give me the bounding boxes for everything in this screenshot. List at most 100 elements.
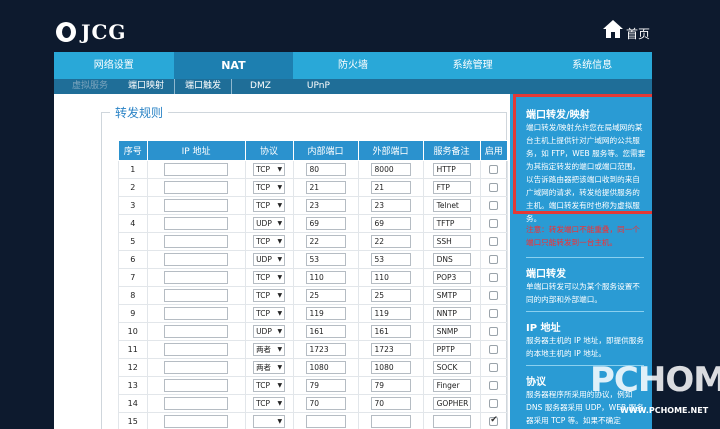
service-input[interactable]: Finger: [432, 379, 471, 392]
protocol-select[interactable]: TCP ▼: [253, 199, 286, 212]
internal-port-input[interactable]: 161: [305, 325, 346, 338]
internal-port-input[interactable]: 79: [305, 379, 346, 392]
external-port-input[interactable]: 1080: [370, 361, 411, 374]
subtab-port-trigger[interactable]: 端口触发: [174, 79, 233, 94]
enable-checkbox[interactable]: [489, 201, 499, 210]
protocol-select[interactable]: TCP ▼: [253, 235, 286, 248]
ip-input[interactable]: [164, 289, 229, 302]
ip-input[interactable]: [164, 325, 229, 338]
service-input[interactable]: TFTP: [432, 217, 471, 230]
ip-input[interactable]: [164, 217, 229, 230]
external-port-input[interactable]: 23: [370, 199, 411, 212]
service-input[interactable]: HTTP: [432, 163, 471, 176]
protocol-select[interactable]: TCP ▼: [253, 289, 286, 302]
service-input[interactable]: GOPHER: [432, 397, 471, 410]
enable-checkbox[interactable]: [489, 345, 499, 354]
protocol-select[interactable]: TCP ▼: [253, 163, 286, 176]
service-input[interactable]: PPTP: [432, 343, 471, 356]
service-input[interactable]: SOCK: [432, 361, 471, 374]
external-port-input[interactable]: 161: [370, 325, 411, 338]
subtab-port-mapping[interactable]: 端口映射: [118, 79, 174, 94]
internal-port-input[interactable]: [305, 415, 346, 428]
protocol-select[interactable]: ▼: [253, 415, 286, 428]
ip-input[interactable]: [164, 253, 229, 266]
external-port-input[interactable]: 25: [370, 289, 411, 302]
tab-system-management[interactable]: 系统管理: [413, 52, 533, 79]
service-input[interactable]: NNTP: [432, 307, 471, 320]
external-port-input[interactable]: 119: [370, 307, 411, 320]
enable-checkbox[interactable]: [489, 165, 499, 174]
tab-network-settings[interactable]: 网络设置: [54, 52, 174, 79]
protocol-select[interactable]: UDP ▼: [253, 325, 286, 338]
internal-port-input[interactable]: 110: [305, 271, 346, 284]
subtab-upnp[interactable]: UPnP: [289, 79, 348, 94]
ip-input[interactable]: [164, 361, 229, 374]
enable-checkbox[interactable]: [489, 291, 499, 300]
internal-port-input[interactable]: 70: [305, 397, 346, 410]
enable-checkbox[interactable]: [489, 327, 499, 336]
internal-port-input[interactable]: 1723: [305, 343, 346, 356]
subtab-virtual-server[interactable]: 虚拟服务: [62, 79, 118, 94]
subtab-dmz[interactable]: DMZ: [232, 79, 289, 94]
ip-input[interactable]: [164, 397, 229, 410]
service-input[interactable]: DNS: [432, 253, 471, 266]
enable-checkbox[interactable]: [489, 237, 499, 246]
service-input[interactable]: FTP: [432, 181, 471, 194]
protocol-select[interactable]: TCP ▼: [253, 379, 286, 392]
enable-checkbox[interactable]: [489, 219, 499, 228]
external-port-input[interactable]: 70: [370, 397, 411, 410]
internal-port-input[interactable]: 119: [305, 307, 346, 320]
external-port-input[interactable]: 79: [370, 379, 411, 392]
brand-logo[interactable]: JCG: [56, 20, 126, 44]
external-port-input[interactable]: 21: [370, 181, 411, 194]
ip-input[interactable]: [164, 181, 229, 194]
internal-port-input[interactable]: 53: [305, 253, 346, 266]
internal-port-input[interactable]: 21: [305, 181, 346, 194]
protocol-select[interactable]: TCP ▼: [253, 181, 286, 194]
ip-input[interactable]: [164, 163, 229, 176]
ip-input[interactable]: [164, 271, 229, 284]
enable-checkbox[interactable]: [489, 273, 499, 282]
service-input[interactable]: SNMP: [432, 325, 471, 338]
protocol-select[interactable]: TCP ▼: [253, 271, 286, 284]
ip-input[interactable]: [164, 199, 229, 212]
ip-input[interactable]: [164, 307, 229, 320]
external-port-input[interactable]: 1723: [370, 343, 411, 356]
internal-port-input[interactable]: 22: [305, 235, 346, 248]
external-port-input[interactable]: 110: [370, 271, 411, 284]
protocol-select[interactable]: TCP ▼: [253, 397, 286, 410]
tab-nat[interactable]: NAT: [173, 52, 294, 79]
tab-firewall[interactable]: 防火墙: [293, 52, 413, 79]
service-input[interactable]: SMTP: [432, 289, 471, 302]
tab-system-info[interactable]: 系统信息: [532, 52, 652, 79]
enable-checkbox[interactable]: [489, 309, 499, 318]
internal-port-input[interactable]: 25: [305, 289, 346, 302]
service-input[interactable]: POP3: [432, 271, 471, 284]
service-input[interactable]: [432, 415, 471, 428]
external-port-input[interactable]: [370, 415, 411, 428]
protocol-select[interactable]: 两者 ▼: [253, 361, 286, 374]
enable-checkbox[interactable]: [489, 415, 499, 426]
enable-checkbox[interactable]: [489, 255, 499, 264]
external-port-input[interactable]: 8000: [370, 163, 411, 176]
home-link[interactable]: 首页: [602, 18, 650, 41]
ip-input[interactable]: [164, 343, 229, 356]
internal-port-input[interactable]: 1080: [305, 361, 346, 374]
protocol-select[interactable]: TCP ▼: [253, 307, 286, 320]
protocol-select[interactable]: UDP ▼: [253, 253, 286, 266]
ip-input[interactable]: [164, 235, 229, 248]
ip-input[interactable]: [164, 379, 229, 392]
ip-input[interactable]: [164, 415, 229, 428]
external-port-input[interactable]: 69: [370, 217, 411, 230]
protocol-select[interactable]: UDP ▼: [253, 217, 286, 230]
external-port-input[interactable]: 53: [370, 253, 411, 266]
service-input[interactable]: Telnet: [432, 199, 471, 212]
external-port-input[interactable]: 22: [370, 235, 411, 248]
internal-port-input[interactable]: 23: [305, 199, 346, 212]
service-input[interactable]: SSH: [432, 235, 471, 248]
enable-checkbox[interactable]: [489, 183, 499, 192]
internal-port-input[interactable]: 69: [305, 217, 346, 230]
protocol-select[interactable]: 两者 ▼: [253, 343, 286, 356]
enable-checkbox[interactable]: [489, 399, 499, 408]
enable-checkbox[interactable]: [489, 381, 499, 390]
